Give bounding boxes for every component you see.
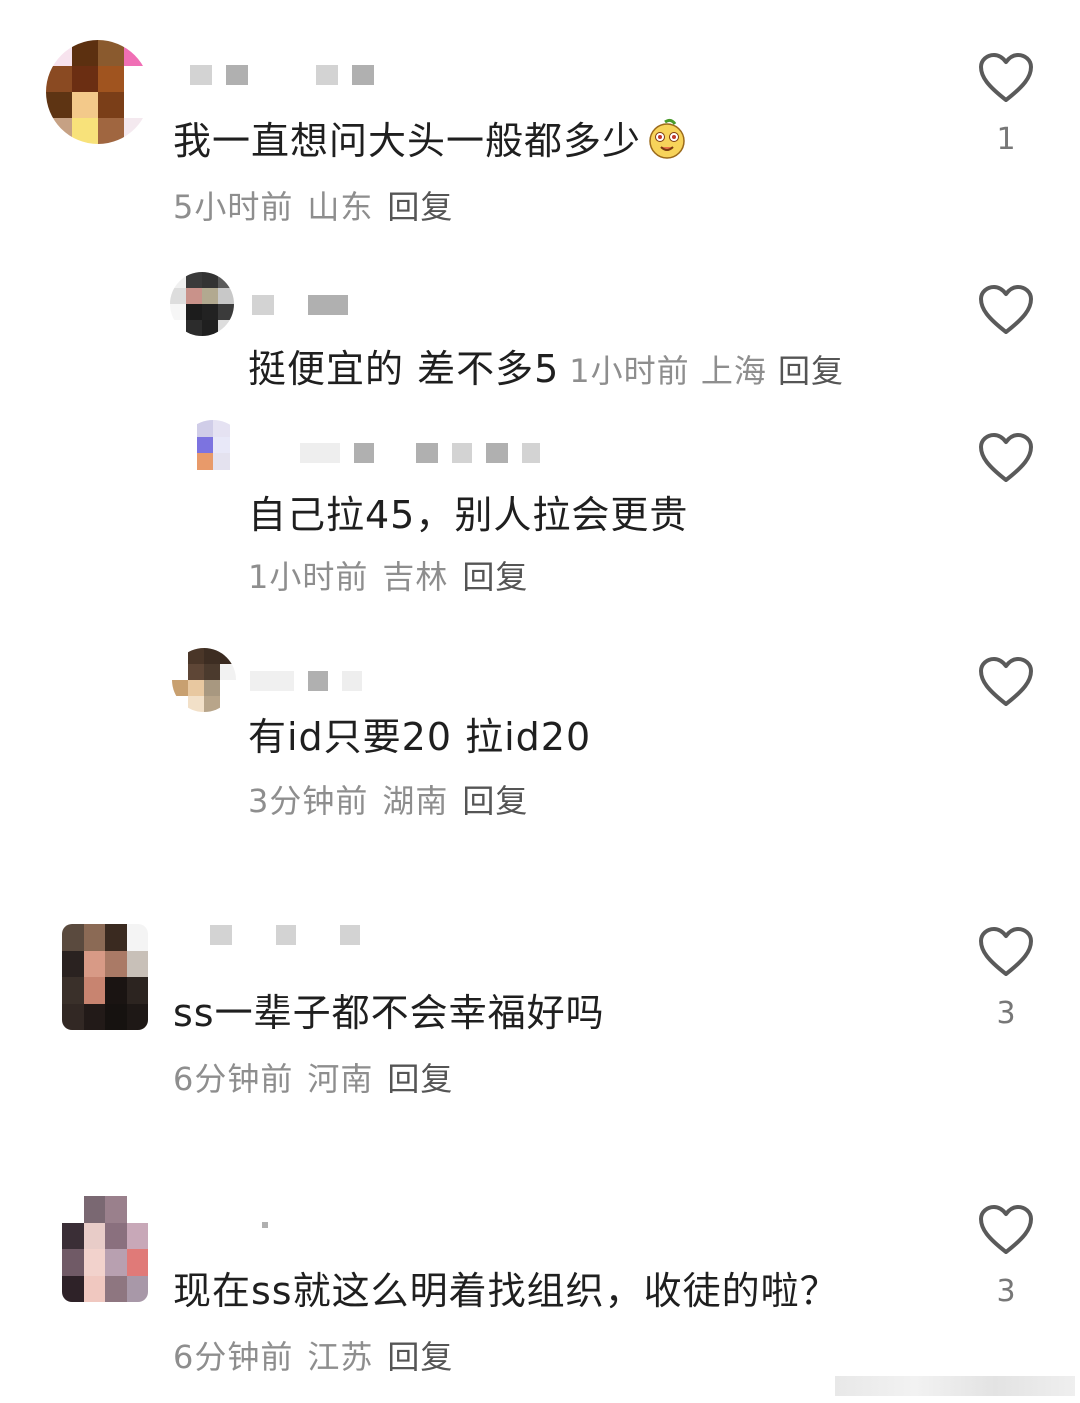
like-count: 3 xyxy=(996,1274,1016,1309)
comment-text: ss一辈子都不会幸福好吗 xyxy=(173,991,605,1035)
comment-time: 5小时前 xyxy=(173,188,294,226)
comment-text: 有id只要20 拉id20 xyxy=(248,715,592,759)
comment-location: 江苏 xyxy=(307,1338,374,1376)
comment-time: 1小时前 xyxy=(248,558,369,596)
comment-item: 我一直想问大头一般都多少 5小时前 山东 回复 1 xyxy=(0,0,1080,240)
username-redacted[interactable] xyxy=(190,64,374,86)
avatar[interactable] xyxy=(180,420,246,486)
reply-item: 有id只要20 拉id20 3分钟前 湖南 回复 xyxy=(0,640,1080,840)
watermark xyxy=(835,1376,1075,1396)
comment-meta: 3分钟前 湖南 回复 xyxy=(248,776,542,822)
comment-item: 现在ss就这么明着找组织，收徒的啦？ 6分钟前 江苏 回复 3 xyxy=(0,1180,1080,1390)
comment-location: 河南 xyxy=(307,1060,374,1098)
heart-outline-icon xyxy=(979,53,1033,102)
username-redacted[interactable] xyxy=(300,442,540,464)
like-count: 1 xyxy=(996,122,1016,157)
comment-location: 上海 xyxy=(700,352,767,390)
avatar[interactable] xyxy=(170,272,234,336)
comment-text: 现在ss就这么明着找组织，收徒的啦？ xyxy=(173,1269,839,1313)
avatar[interactable] xyxy=(46,40,150,144)
reply-button[interactable]: 回复 xyxy=(462,782,528,820)
smiling-face-emoji xyxy=(649,118,685,159)
comment-time: 1小时前 xyxy=(569,352,690,390)
comment-text: 自己拉45，别人拉会更贵 xyxy=(248,493,689,537)
username-redacted[interactable] xyxy=(252,294,348,316)
comment-meta: 6分钟前 江苏 回复 xyxy=(173,1332,467,1378)
heart-outline-icon xyxy=(979,285,1033,334)
heart-outline-icon xyxy=(979,927,1033,976)
reply-button[interactable]: 回复 xyxy=(462,558,528,596)
like-button[interactable]: 1 xyxy=(978,52,1034,157)
comment-time: 3分钟前 xyxy=(248,782,369,820)
comment-text: 挺便宜的 差不多5 1小时前 上海 回复 xyxy=(248,347,845,391)
reply-item: 挺便宜的 差不多5 1小时前 上海 回复 xyxy=(0,260,1080,400)
reply-button[interactable]: 回复 xyxy=(387,1338,453,1376)
like-button[interactable]: 3 xyxy=(978,1204,1034,1309)
avatar[interactable] xyxy=(172,648,236,712)
comment-meta: 1小时前 吉林 回复 xyxy=(248,552,542,598)
username-redacted[interactable] xyxy=(262,1214,268,1236)
reply-item: 自己拉45，别人拉会更贵 1小时前 吉林 回复 xyxy=(0,410,1080,610)
like-button[interactable] xyxy=(978,432,1034,502)
reply-button[interactable]: 回复 xyxy=(778,352,844,390)
like-button[interactable] xyxy=(978,656,1034,726)
comment-location: 湖南 xyxy=(382,782,449,820)
comment-item: ss一辈子都不会幸福好吗 6分钟前 河南 回复 3 xyxy=(0,900,1080,1120)
avatar[interactable] xyxy=(62,1196,148,1302)
avatar[interactable] xyxy=(62,924,148,1030)
comment-time: 6分钟前 xyxy=(173,1338,294,1376)
comment-time: 6分钟前 xyxy=(173,1060,294,1098)
username-redacted[interactable] xyxy=(210,924,360,946)
comment-location: 山东 xyxy=(307,188,374,226)
heart-outline-icon xyxy=(979,657,1033,706)
comment-meta: 1小时前 上海 回复 xyxy=(569,352,844,390)
heart-outline-icon xyxy=(979,433,1033,482)
comment-location: 吉林 xyxy=(382,558,449,596)
reply-button[interactable]: 回复 xyxy=(387,1060,453,1098)
username-redacted[interactable] xyxy=(250,670,362,692)
like-count: 3 xyxy=(996,996,1016,1031)
like-button[interactable] xyxy=(978,284,1034,354)
comment-meta: 6分钟前 河南 回复 xyxy=(173,1054,467,1100)
comment-text: 我一直想问大头一般都多少 xyxy=(173,110,689,165)
heart-outline-icon xyxy=(979,1205,1033,1254)
like-button[interactable]: 3 xyxy=(978,926,1034,1031)
reply-button[interactable]: 回复 xyxy=(387,188,453,226)
comment-meta: 5小时前 山东 回复 xyxy=(173,182,467,228)
